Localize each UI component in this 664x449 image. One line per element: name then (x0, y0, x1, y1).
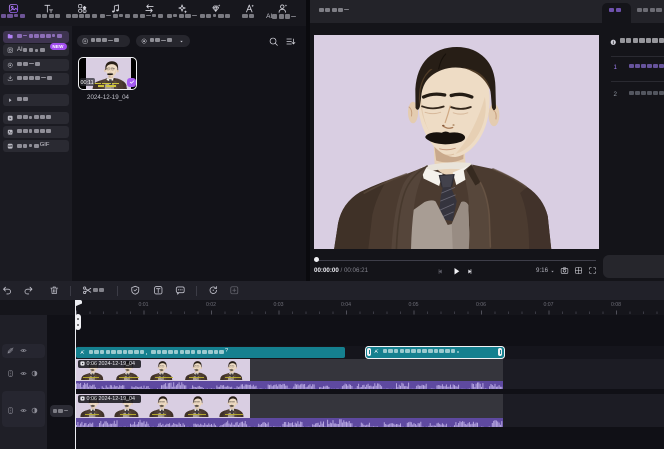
svg-text:GIF: GIF (8, 145, 13, 148)
